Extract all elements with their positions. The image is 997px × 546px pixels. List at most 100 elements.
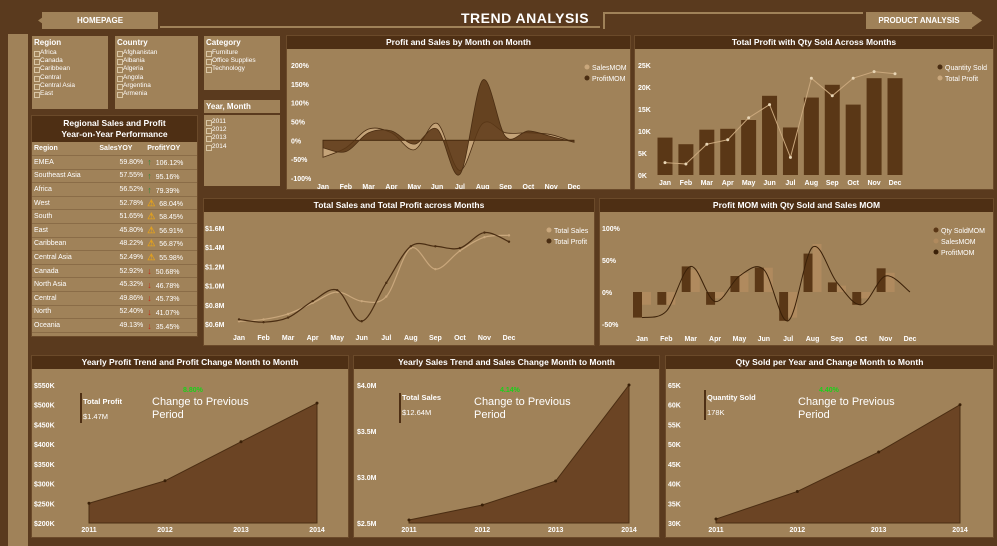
point[interactable] bbox=[726, 138, 730, 142]
point[interactable] bbox=[872, 70, 876, 74]
country-option[interactable]: Angola bbox=[115, 74, 198, 82]
table-row[interactable]: West 52.78% ⚠ 68.04% bbox=[32, 196, 197, 211]
product-analysis-button[interactable]: PRODUCT ANALYSIS bbox=[866, 12, 982, 29]
bar[interactable] bbox=[887, 78, 903, 175]
point[interactable] bbox=[360, 299, 363, 303]
point[interactable] bbox=[360, 320, 363, 323]
bar[interactable] bbox=[782, 127, 798, 175]
point[interactable] bbox=[893, 72, 897, 76]
point[interactable] bbox=[237, 318, 241, 321]
table-row[interactable]: Canada 52.92% ↓ 50.68% bbox=[32, 264, 197, 279]
point[interactable] bbox=[286, 312, 290, 316]
yearmonth-option[interactable]: 2012 bbox=[204, 126, 280, 135]
point[interactable] bbox=[385, 295, 388, 298]
bar[interactable] bbox=[657, 292, 667, 305]
legend-label[interactable]: Quantity Sold bbox=[945, 65, 987, 72]
point[interactable] bbox=[768, 103, 772, 107]
bar[interactable] bbox=[866, 78, 882, 175]
point[interactable] bbox=[163, 479, 167, 483]
point[interactable] bbox=[262, 320, 265, 324]
point[interactable] bbox=[434, 245, 437, 248]
legend-label[interactable]: Total Sales bbox=[554, 228, 589, 235]
table-row[interactable]: Southeast Asia 57.55% ↑ 95.16% bbox=[32, 169, 197, 184]
col-salesyoy[interactable]: SalesYOY bbox=[97, 142, 146, 157]
point[interactable] bbox=[627, 383, 631, 387]
bar[interactable] bbox=[642, 292, 651, 305]
bar[interactable] bbox=[827, 282, 837, 292]
point[interactable] bbox=[335, 288, 339, 292]
point[interactable] bbox=[507, 234, 511, 237]
bar[interactable] bbox=[633, 292, 642, 318]
point[interactable] bbox=[788, 155, 792, 159]
point[interactable] bbox=[747, 116, 751, 120]
table-row[interactable]: Caribbean 48.22% ⚠ 56.87% bbox=[32, 237, 197, 252]
legend-label[interactable]: Total Profit bbox=[945, 76, 978, 83]
point[interactable] bbox=[809, 76, 813, 80]
table-row[interactable]: North Asia 45.32% ↓ 46.78% bbox=[32, 277, 197, 293]
legend-label[interactable]: Qty SoldMOM bbox=[941, 228, 985, 235]
point[interactable] bbox=[409, 245, 413, 248]
category-slicer[interactable]: Category Furniture Office Supplies Technol… bbox=[203, 35, 281, 91]
table-row[interactable]: Central 49.86% ↓ 45.73% bbox=[32, 291, 197, 306]
yearmonth-option[interactable]: 2011 bbox=[204, 118, 280, 127]
table-row[interactable]: EMEA 59.80% ↑ 106.12% bbox=[32, 155, 197, 170]
bar[interactable] bbox=[741, 120, 757, 175]
point[interactable] bbox=[311, 299, 314, 303]
category-option[interactable]: Technology bbox=[204, 65, 280, 74]
region-option[interactable]: East bbox=[32, 90, 108, 99]
point[interactable] bbox=[385, 281, 388, 285]
point[interactable] bbox=[795, 489, 799, 493]
bar[interactable] bbox=[845, 104, 861, 175]
point[interactable] bbox=[483, 231, 486, 234]
bar[interactable] bbox=[803, 253, 813, 292]
point[interactable] bbox=[714, 517, 718, 521]
country-slicer[interactable]: Country Afghanistan Albania Algeria Angola A… bbox=[114, 35, 199, 110]
legend-label[interactable]: SalesMOM bbox=[941, 239, 976, 246]
country-option[interactable]: Algeria bbox=[115, 65, 198, 74]
bar[interactable] bbox=[803, 97, 819, 175]
table-row[interactable]: East 45.80% ⚠ 56.91% bbox=[32, 223, 197, 238]
region-option[interactable]: Central bbox=[32, 74, 108, 82]
bar[interactable] bbox=[699, 129, 715, 175]
legend-label[interactable]: ProfitMOM bbox=[592, 76, 626, 83]
point[interactable] bbox=[458, 249, 462, 253]
point[interactable] bbox=[958, 403, 962, 407]
category-option[interactable]: Office Supplies bbox=[204, 57, 280, 66]
point[interactable] bbox=[407, 518, 411, 522]
bar[interactable] bbox=[720, 128, 736, 175]
region-slicer[interactable]: Region Africa Canada Caribbean Central Centr… bbox=[31, 35, 109, 110]
point[interactable] bbox=[480, 503, 484, 507]
table-row[interactable]: South 51.65% ⚠ 58.45% bbox=[32, 209, 197, 225]
col-profityoy[interactable]: ProfitYOY bbox=[145, 142, 197, 157]
point[interactable] bbox=[684, 162, 688, 166]
country-option[interactable]: Afghanistan bbox=[115, 49, 198, 58]
point[interactable] bbox=[483, 235, 486, 239]
point[interactable] bbox=[705, 142, 709, 146]
point[interactable] bbox=[851, 76, 855, 80]
yearmonth-slicer[interactable]: Year, Month 2011 2012 2013 2014 bbox=[203, 99, 281, 187]
point[interactable] bbox=[458, 246, 462, 250]
legend-label[interactable]: SalesMOM bbox=[592, 65, 627, 72]
point[interactable] bbox=[286, 316, 290, 319]
yearmonth-option[interactable]: 2014 bbox=[204, 143, 280, 151]
point[interactable] bbox=[262, 318, 265, 321]
table-row[interactable]: Oceania 49.13% ↓ 35.45% bbox=[32, 318, 197, 333]
homepage-button[interactable]: HOMEPAGE bbox=[38, 12, 158, 29]
point[interactable] bbox=[434, 267, 437, 271]
legend-label[interactable]: ProfitMOM bbox=[941, 250, 975, 257]
country-option[interactable]: Albania bbox=[115, 57, 198, 66]
bar[interactable] bbox=[754, 267, 764, 292]
table-row[interactable]: North 52.40% ↓ 41.07% bbox=[32, 305, 197, 320]
bar[interactable] bbox=[852, 292, 862, 305]
point[interactable] bbox=[315, 401, 319, 405]
point[interactable] bbox=[877, 450, 881, 454]
yearmonth-option[interactable]: 2013 bbox=[204, 134, 280, 143]
point[interactable] bbox=[87, 501, 91, 505]
category-option[interactable]: Furniture bbox=[204, 49, 280, 58]
point[interactable] bbox=[554, 479, 558, 483]
bar[interactable] bbox=[779, 292, 789, 321]
bar[interactable] bbox=[824, 84, 840, 175]
point[interactable] bbox=[663, 161, 667, 165]
bar[interactable] bbox=[657, 137, 673, 175]
point[interactable] bbox=[830, 94, 834, 98]
